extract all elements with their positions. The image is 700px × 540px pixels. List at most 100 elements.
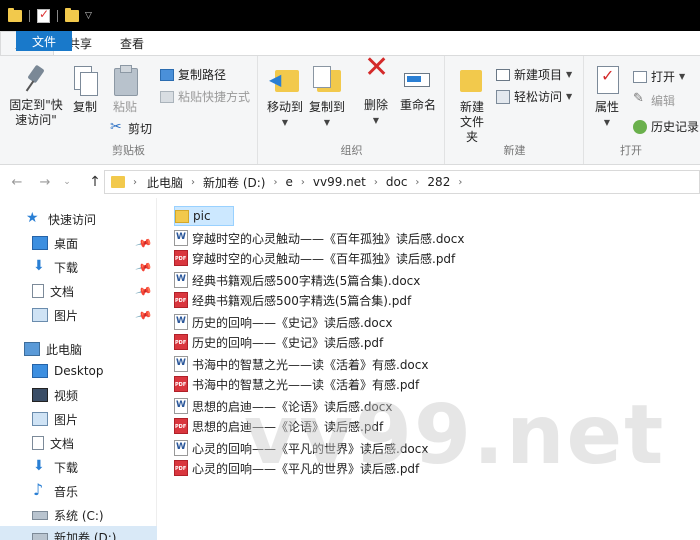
properties-button[interactable]: 属性 ▼ — [589, 64, 625, 130]
breadcrumb-item[interactable]: doc — [386, 175, 408, 189]
pin-icon[interactable]: 📌 — [135, 282, 153, 300]
paste-shortcut-button[interactable]: 粘贴快捷方式 — [160, 88, 250, 105]
sidebar-item-pictures[interactable]: 图片 📌 — [0, 304, 157, 326]
file-name: 思想的启迪——《论语》读后感.docx — [192, 399, 393, 414]
new-folder-button[interactable]: 新建文件夹 — [448, 64, 496, 145]
sidebar-item-label: 桌面 — [54, 236, 79, 251]
breadcrumb-item[interactable]: vv99.net — [313, 175, 366, 189]
breadcrumb-item[interactable]: 此电脑 — [147, 174, 183, 191]
sidebar-item-system-c[interactable]: 系统 (C:) — [0, 504, 157, 526]
move-to-button[interactable]: 移动到 ▼ — [265, 64, 305, 130]
sidebar-item-downloads[interactable]: 下载 📌 — [0, 256, 157, 278]
chevron-right-icon[interactable]: › — [458, 177, 462, 188]
edit-label: 编辑 — [651, 94, 676, 108]
chevron-right-icon[interactable]: › — [374, 177, 378, 188]
sidebar-item-pc-documents[interactable]: 文档 — [0, 432, 157, 454]
pin-icon — [21, 64, 51, 94]
back-arrow-icon[interactable]: ← — [6, 171, 28, 193]
forward-arrow-icon[interactable]: → — [34, 171, 56, 193]
divider — [57, 9, 58, 22]
pin-icon[interactable]: 📌 — [135, 234, 153, 252]
chevron-right-icon[interactable]: › — [415, 177, 419, 188]
new-item-button[interactable]: 新建项目 ▼ — [496, 66, 572, 83]
list-item[interactable]: 思想的启迪——《论语》读后感.pdf — [174, 416, 383, 436]
desktop-icon — [32, 364, 48, 378]
new-folder-quick-icon[interactable] — [65, 7, 79, 22]
rename-button[interactable]: 重命名 — [397, 64, 439, 113]
delete-button[interactable]: 删除 ▼ — [359, 60, 393, 128]
sidebar-item-documents[interactable]: 文档 📌 — [0, 280, 157, 302]
copy-to-button[interactable]: 复制到 ▼ — [307, 64, 347, 130]
paste-shortcut-icon — [160, 90, 174, 103]
chevron-right-icon[interactable]: › — [133, 177, 137, 188]
sidebar-item-this-pc[interactable]: 此电脑 — [0, 338, 157, 360]
sidebar-item-new-volume-d[interactable]: 新加卷 (D:) — [0, 526, 157, 540]
new-item-icon — [496, 68, 510, 81]
history-button[interactable]: 历史记录 — [633, 118, 699, 135]
title-bar: ▽ — [0, 0, 700, 31]
recent-chevron-icon[interactable]: ⌄ — [56, 171, 78, 193]
navigation-pane: 快速访问 桌面 📌 下载 📌 文档 📌 图片 📌 此电脑 Desktop 视频 … — [0, 198, 157, 540]
list-item[interactable]: 心灵的回响——《平凡的世界》读后感.pdf — [174, 458, 419, 478]
sidebar-item-pc-pictures[interactable]: 图片 — [0, 408, 157, 430]
tab-file[interactable]: 文件 — [16, 31, 73, 51]
sidebar-item-desktop[interactable]: 桌面 📌 — [0, 232, 157, 254]
pin-icon[interactable]: 📌 — [135, 258, 153, 276]
sidebar-item-quick-access[interactable]: 快速访问 — [0, 208, 157, 230]
list-item[interactable]: 心灵的回响——《平凡的世界》读后感.docx — [174, 438, 428, 458]
desktop-icon — [32, 236, 48, 250]
paste-button[interactable]: 粘贴 — [108, 64, 142, 115]
sidebar-item-videos[interactable]: 视频 — [0, 384, 157, 406]
file-name: 历史的回响——《史记》读后感.pdf — [192, 335, 384, 350]
chevron-right-icon[interactable]: › — [191, 177, 195, 188]
pin-to-quick-access-button[interactable]: 固定到"快速访问" — [4, 64, 68, 128]
list-item[interactable]: 经典书籍观后感500字精选(5篇合集).pdf — [174, 290, 411, 310]
copy-button[interactable]: 复制 — [68, 64, 102, 115]
easy-access-icon — [496, 89, 510, 104]
pin-icon[interactable]: 📌 — [135, 306, 153, 324]
chevron-down-icon: ▼ — [603, 118, 611, 127]
sidebar-item-label: 音乐 — [54, 484, 79, 499]
breadcrumb-item[interactable]: e — [285, 175, 292, 189]
copy-path-label: 复制路径 — [178, 68, 227, 82]
file-name: 心灵的回响——《平凡的世界》读后感.docx — [192, 441, 429, 456]
list-item[interactable]: 历史的回响——《史记》读后感.pdf — [174, 332, 383, 352]
properties-icon — [592, 64, 622, 96]
list-item[interactable]: pic — [174, 206, 234, 226]
sidebar-item-pc-desktop[interactable]: Desktop — [0, 360, 157, 382]
easy-access-button[interactable]: 轻松访问 ▼ — [496, 88, 572, 105]
properties-quick-icon[interactable] — [37, 7, 50, 23]
paste-shortcut-label: 粘贴快捷方式 — [178, 90, 251, 104]
open-button[interactable]: 打开 ▼ — [633, 68, 685, 85]
sidebar-item-music[interactable]: 音乐 — [0, 480, 157, 502]
list-item[interactable]: 历史的回响——《史记》读后感.docx — [174, 312, 392, 332]
chevron-right-icon[interactable]: › — [273, 177, 277, 188]
list-item[interactable]: 穿越时空的心灵触动——《百年孤独》读后感.pdf — [174, 248, 455, 268]
cut-button[interactable]: 剪切 — [110, 119, 152, 137]
sidebar-item-pc-downloads[interactable]: 下载 — [0, 456, 157, 478]
organize-group-label: 组织 — [340, 144, 363, 157]
list-item[interactable]: 书海中的智慧之光——读《活着》有感.docx — [174, 354, 428, 374]
ribbon-tabs: 文件 主页 共享 查看 — [0, 31, 700, 55]
copy-path-button[interactable]: 复制路径 — [160, 66, 226, 83]
chevron-down-icon: ▼ — [566, 70, 573, 79]
breadcrumb-item[interactable]: 新加卷 (D:) — [203, 174, 265, 191]
download-icon — [32, 458, 48, 474]
edit-button[interactable]: 编辑 — [633, 91, 676, 109]
chevron-down-icon: ▼ — [372, 116, 380, 125]
file-name: 历史的回响——《史记》读后感.docx — [192, 315, 393, 330]
open-group-label: 打开 — [620, 144, 642, 157]
list-item[interactable]: 穿越时空的心灵触动——《百年孤独》读后感.docx — [174, 228, 464, 248]
address-bar[interactable]: › 此电脑 › 新加卷 (D:) › e › vv99.net › doc › … — [104, 170, 700, 194]
chevron-right-icon[interactable]: › — [301, 177, 305, 188]
list-item[interactable]: 书海中的智慧之光——读《活着》有感.pdf — [174, 374, 419, 394]
up-arrow-icon[interactable]: ↑ — [84, 171, 106, 193]
sidebar-item-label: 图片 — [54, 308, 79, 323]
breadcrumb-item[interactable]: 282 — [427, 175, 450, 189]
word-document-icon — [174, 272, 188, 288]
tab-view[interactable]: 查看 — [106, 31, 158, 55]
list-item[interactable]: 思想的启迪——《论语》读后感.docx — [174, 396, 392, 416]
scissors-icon — [110, 119, 124, 136]
list-item[interactable]: 经典书籍观后感500字精选(5篇合集).docx — [174, 270, 420, 290]
chevron-down-icon[interactable]: ▽ — [85, 11, 92, 21]
